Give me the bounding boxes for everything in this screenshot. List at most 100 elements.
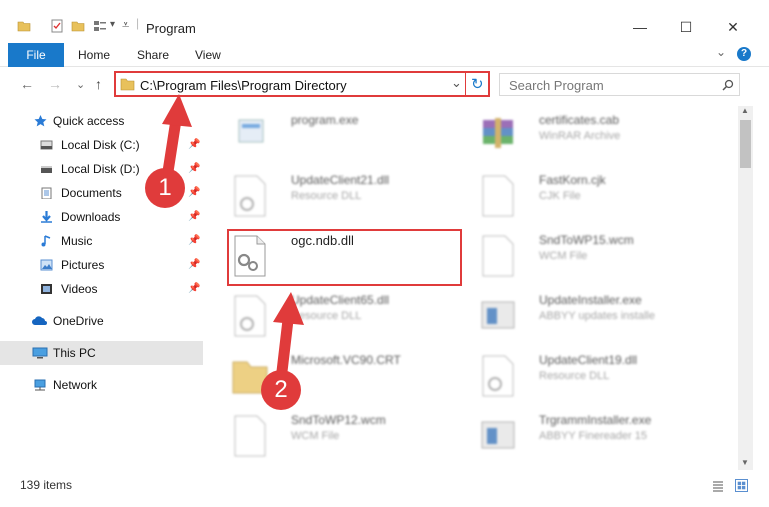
- file-icon: [482, 175, 514, 217]
- sidebar-item-label: Pictures: [61, 258, 105, 272]
- onedrive-icon: [32, 316, 47, 325]
- file-item[interactable]: program.exe: [231, 112, 471, 170]
- scrollbar-thumb[interactable]: [740, 120, 751, 168]
- forward-button[interactable]: →: [48, 76, 62, 92]
- file-icon: [234, 415, 266, 457]
- sidebar-item-label: Music: [61, 234, 93, 248]
- folder-icon: [17, 21, 31, 32]
- expand-ribbon-icon[interactable]: ⌄: [716, 45, 726, 59]
- file-type: ABBYY updates installe: [539, 310, 655, 322]
- file-type: ABBYY Finereader 15: [539, 430, 648, 442]
- sidebar-item-pictures[interactable]: Pictures 📌: [0, 253, 203, 277]
- file-item[interactable]: UpdateInstaller.exe ABBYY updates instal…: [479, 292, 719, 350]
- file-name: FastKorn.cjk: [539, 173, 606, 187]
- folder-icon: [120, 78, 135, 91]
- sidebar-item-onedrive[interactable]: OneDrive: [0, 309, 203, 333]
- file-name: SndToWP15.wcm: [539, 233, 634, 247]
- title-bar: ▾ ⩡ | Program — ☐ ✕: [0, 0, 769, 40]
- help-icon[interactable]: ?: [737, 47, 751, 61]
- exe-icon: [238, 119, 264, 143]
- file-item[interactable]: SndToWP15.wcm WCM File: [479, 232, 719, 290]
- file-item[interactable]: UpdateClient19.dll Resource DLL: [479, 352, 719, 410]
- pin-icon[interactable]: 📌: [188, 253, 200, 277]
- documents-icon: [41, 187, 52, 199]
- qa-dropdown-icon[interactable]: ▾: [110, 19, 115, 30]
- file-list: program.exe UpdateClient21.dll Resource …: [215, 106, 737, 470]
- dll-icon: [234, 295, 266, 337]
- details-view-icon[interactable]: [712, 480, 724, 492]
- file-item[interactable]: certificates.cab WinRAR Archive: [479, 112, 719, 170]
- file-type: WinRAR Archive: [539, 130, 621, 142]
- refresh-button[interactable]: ↻: [471, 75, 484, 93]
- file-type: Resource DLL: [291, 190, 362, 202]
- maximize-button[interactable]: ☐: [663, 14, 709, 40]
- pin-icon[interactable]: 📌: [188, 229, 200, 253]
- file-name: UpdateInstaller.exe: [539, 293, 642, 307]
- file-item[interactable]: UpdateClient65.dll Resource DLL: [231, 292, 471, 350]
- file-name: program.exe: [291, 113, 359, 127]
- pin-icon[interactable]: 📌: [188, 205, 200, 229]
- tab-view[interactable]: View: [195, 43, 221, 67]
- search-box[interactable]: Search Program: [499, 73, 740, 96]
- tab-home[interactable]: Home: [78, 43, 110, 67]
- sidebar-item-this-pc[interactable]: This PC: [0, 341, 203, 365]
- pin-icon[interactable]: 📌: [188, 157, 200, 181]
- vertical-scrollbar[interactable]: ▲ ▼: [738, 106, 753, 470]
- sidebar-item-downloads[interactable]: Downloads 📌: [0, 205, 203, 229]
- recent-locations-button[interactable]: ⌄: [76, 78, 85, 91]
- search-input[interactable]: Search Program: [509, 78, 604, 93]
- file-item[interactable]: SndToWP12.wcm WCM File: [231, 412, 471, 470]
- up-button[interactable]: ↑: [95, 76, 102, 92]
- file-tab[interactable]: File: [8, 43, 64, 67]
- file-icon: [482, 235, 514, 277]
- step-1-badge: 1: [145, 168, 185, 208]
- view-options-icon[interactable]: [93, 19, 107, 33]
- sidebar-item-music[interactable]: Music 📌: [0, 229, 203, 253]
- back-button[interactable]: ←: [20, 76, 34, 92]
- sidebar-item-label: Videos: [61, 282, 98, 296]
- new-folder-icon[interactable]: [71, 19, 85, 33]
- scroll-up-icon[interactable]: ▲: [741, 106, 749, 115]
- step-2-badge: 2: [261, 370, 301, 410]
- network-icon: [34, 379, 46, 391]
- address-dropdown-icon[interactable]: ⌄: [451, 75, 462, 91]
- title-divider: |: [136, 16, 140, 30]
- search-icon[interactable]: [722, 79, 734, 91]
- item-count: 139 items: [20, 478, 73, 492]
- sidebar-item-videos[interactable]: Videos 📌: [0, 277, 203, 301]
- installer-icon: [481, 421, 515, 449]
- minimize-button[interactable]: —: [617, 14, 663, 40]
- scroll-down-icon[interactable]: ▼: [741, 458, 749, 467]
- sidebar-item-local-disk-c[interactable]: Local Disk (C:) 📌: [0, 133, 203, 157]
- music-icon: [41, 235, 51, 247]
- ribbon-tabs: File Home Share View ⌄ ?: [0, 43, 769, 67]
- drive-icon: [40, 140, 53, 150]
- file-item[interactable]: UpdateClient21.dll Resource DLL: [231, 172, 471, 230]
- sidebar-item-label: OneDrive: [53, 314, 104, 328]
- videos-icon: [41, 284, 52, 294]
- pin-icon[interactable]: 📌: [188, 133, 200, 157]
- pictures-icon: [40, 259, 53, 271]
- file-type: WCM File: [291, 430, 340, 442]
- properties-icon[interactable]: [50, 19, 64, 33]
- tab-share[interactable]: Share: [137, 43, 169, 67]
- sidebar-item-quick-access[interactable]: Quick access: [0, 109, 203, 133]
- file-type: CJK File: [539, 190, 581, 202]
- large-icons-view-icon[interactable]: [735, 479, 748, 492]
- dll-icon: [482, 355, 514, 397]
- file-item[interactable]: FastKorn.cjk CJK File: [479, 172, 719, 230]
- close-button[interactable]: ✕: [710, 14, 756, 40]
- navigation-pane: Quick access Local Disk (C:) 📌 Local Dis…: [0, 106, 203, 470]
- file-type: Resource DLL: [539, 370, 610, 382]
- archive-icon: [483, 118, 513, 148]
- pin-icon[interactable]: 📌: [188, 277, 200, 301]
- dll-icon: [234, 175, 266, 217]
- address-bar[interactable]: C:\Program Files\Program Directory ⌄ ↻: [114, 71, 490, 97]
- customize-qa-icon[interactable]: ⩡: [122, 17, 129, 33]
- sidebar-item-network[interactable]: Network: [0, 373, 203, 397]
- downloads-icon: [41, 211, 52, 223]
- sidebar-item-label: Local Disk (D:): [61, 162, 140, 176]
- pin-icon[interactable]: 📌: [188, 181, 200, 205]
- file-name: UpdateClient19.dll: [539, 353, 638, 367]
- file-item[interactable]: TrgrammInstaller.exe ABBYY Finereader 15: [479, 412, 719, 470]
